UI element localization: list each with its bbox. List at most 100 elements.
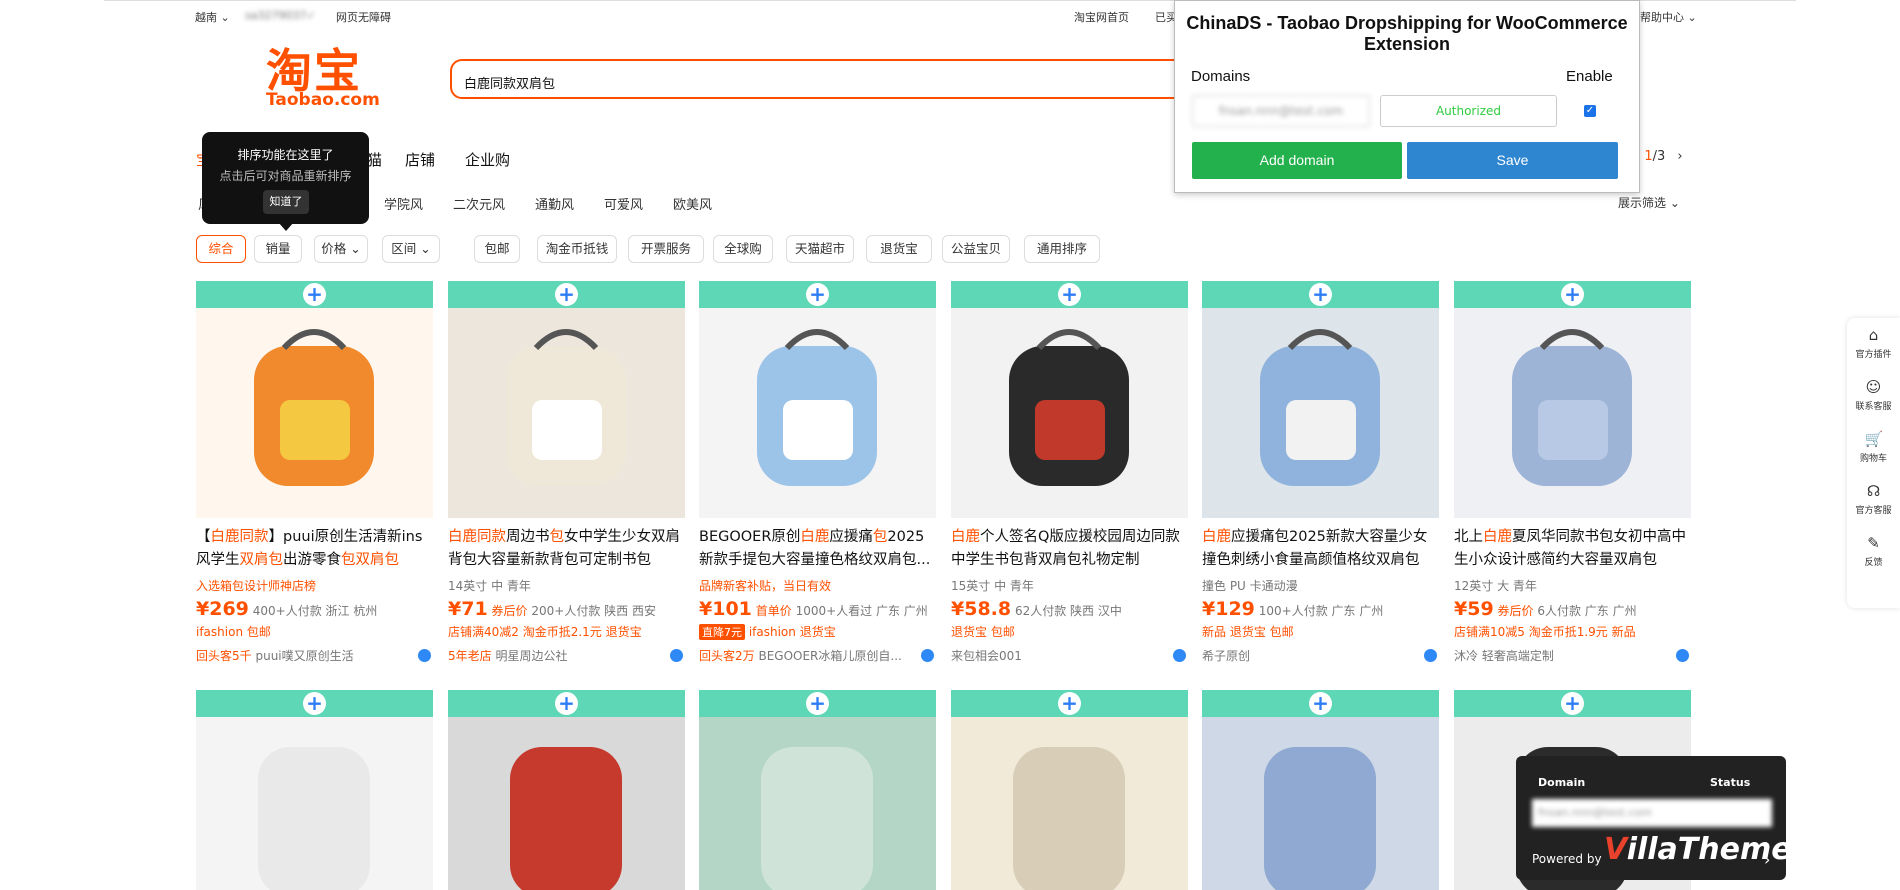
add-product-bar[interactable]: + [951, 690, 1188, 717]
product-card[interactable]: + 白鹿应援痛包2025新款大容量少女撞色刺绣小食量高颜值格纹双肩包 撞色 PU 卡… [1202, 281, 1439, 676]
product-title[interactable]: 白鹿应援痛包2025新款大容量少女撞色刺绣小食量高颜值格纹双肩包 [1202, 526, 1439, 572]
style-college[interactable]: 学院风 [384, 194, 423, 213]
product-title[interactable]: 【白鹿同款】puui原创生活清新ins风学生双肩包出游零食包双肩包 [196, 526, 433, 572]
product-image[interactable] [196, 308, 433, 518]
plus-icon[interactable]: + [1309, 692, 1332, 715]
product-card[interactable]: + 白鹿同款周边书包女中学生少女双肩背包大容量新款背包可定制书包 14英寸 中 青年… [448, 281, 685, 676]
domain-input[interactable]: fnsan.nnn@test.com [1192, 95, 1370, 127]
plus-icon[interactable]: + [806, 283, 829, 306]
add-product-bar[interactable]: + [196, 281, 433, 308]
shop-row[interactable]: 沐冷 轻奢高端定制 [1454, 647, 1691, 664]
product-image[interactable] [448, 308, 685, 518]
filter-button[interactable]: 公益宝贝 [942, 235, 1010, 263]
product-image[interactable] [196, 717, 433, 890]
filter-button[interactable]: 通用排序 [1024, 235, 1100, 263]
product-card[interactable]: + 白鹿个人签名Q版应援校园周边同款中学生书包背双肩包礼物定制 15英寸 中 青年 ¥… [951, 281, 1188, 676]
villa-domain-input[interactable]: fnsan.nnn@test.com [1532, 799, 1772, 827]
filter-button[interactable]: 退货宝 [866, 235, 932, 263]
style-western[interactable]: 欧美风 [673, 194, 712, 213]
shop-row[interactable]: 来包相会001 [951, 647, 1188, 664]
chat-icon[interactable] [1676, 649, 1689, 662]
add-product-bar[interactable]: + [699, 690, 936, 717]
plus-icon[interactable]: + [1058, 692, 1081, 715]
plus-icon[interactable]: + [1058, 283, 1081, 306]
plus-icon[interactable]: + [555, 283, 578, 306]
product-card[interactable]: + [196, 690, 433, 890]
accessibility-link[interactable]: 网页无障碍 [336, 9, 391, 25]
plus-icon[interactable]: + [555, 692, 578, 715]
chat-icon[interactable] [1424, 649, 1437, 662]
product-card[interactable]: + BEGOOER原创白鹿应援痛包2025新款手提包大容量撞色格纹双肩包... 品牌… [699, 281, 936, 676]
product-card[interactable]: + [951, 690, 1188, 890]
tab-enterprise[interactable]: 企业购 [465, 149, 510, 170]
add-product-bar[interactable]: + [1202, 281, 1439, 308]
product-title[interactable]: 北上白鹿夏凤华同款书包女初中高中生小众设计感简约大容量双肩包 [1454, 526, 1691, 572]
product-image[interactable] [951, 308, 1188, 518]
enable-checkbox[interactable]: ✓ [1584, 105, 1596, 117]
taobao-logo[interactable]: 淘宝 [266, 48, 362, 94]
add-product-bar[interactable]: + [699, 281, 936, 308]
chat-icon[interactable] [1173, 649, 1186, 662]
chat-icon[interactable] [921, 649, 934, 662]
product-image[interactable] [699, 717, 936, 890]
plus-icon[interactable]: + [1561, 283, 1584, 306]
sidebar-cart[interactable]: 🛒 购物车 [1847, 422, 1900, 474]
filter-button[interactable]: 淘金币抵钱 [537, 235, 617, 263]
style-commute[interactable]: 通勤风 [535, 194, 574, 213]
product-title[interactable]: 白鹿个人签名Q版应援校园周边同款中学生书包背双肩包礼物定制 [951, 526, 1188, 572]
region-selector[interactable]: 越南 ⌄ [195, 9, 230, 25]
add-product-bar[interactable]: + [951, 281, 1188, 308]
taobao-home-link[interactable]: 淘宝网首页 [1074, 9, 1129, 25]
add-product-bar[interactable]: + [1454, 281, 1691, 308]
tab-shops[interactable]: 店铺 [405, 149, 435, 170]
add-domain-button[interactable]: Add domain [1192, 142, 1402, 179]
plus-icon[interactable]: + [1561, 692, 1584, 715]
product-title[interactable]: BEGOOER原创白鹿应援痛包2025新款手提包大容量撞色格纹双肩包... [699, 526, 936, 572]
sidebar-service[interactable]: ☊ 官方客服 [1847, 474, 1900, 526]
product-card[interactable]: + 北上白鹿夏凤华同款书包女初中高中生小众设计感简约大容量双肩包 12英寸 大 青年… [1454, 281, 1691, 676]
sidebar-feedback[interactable]: ✎ 反馈 [1847, 526, 1900, 578]
product-card[interactable]: + 【白鹿同款】puui原创生活清新ins风学生双肩包出游零食包双肩包 入选箱包设计… [196, 281, 433, 676]
save-button[interactable]: Save [1407, 142, 1618, 179]
chat-icon[interactable] [418, 649, 431, 662]
add-product-bar[interactable]: + [1202, 690, 1439, 717]
next-page-icon[interactable]: › [1677, 149, 1682, 164]
sidebar-plugin[interactable]: ⌂ 官方插件 [1847, 318, 1900, 370]
chevron-right-icon[interactable]: › [1764, 850, 1770, 869]
product-title[interactable]: 白鹿同款周边书包女中学生少女双肩背包大容量新款背包可定制书包 [448, 526, 685, 572]
add-product-bar[interactable]: + [448, 690, 685, 717]
show-filter-button[interactable]: 展示筛选 ⌄ [1618, 194, 1680, 211]
chat-icon[interactable] [670, 649, 683, 662]
filter-button[interactable]: 天猫超市 [786, 235, 854, 263]
filter-button[interactable]: 销量 [254, 235, 302, 263]
help-center-link[interactable]: 帮助中心 ⌄ [1640, 9, 1697, 25]
style-acg[interactable]: 二次元风 [453, 194, 505, 213]
plus-icon[interactable]: + [1309, 283, 1332, 306]
filter-button[interactable]: 包邮 [474, 235, 520, 263]
shop-row[interactable]: 5年老店 明星周边公社 [448, 647, 685, 664]
product-image[interactable] [951, 717, 1188, 890]
product-card[interactable]: + [699, 690, 936, 890]
filter-button[interactable]: 全球购 [713, 235, 773, 263]
product-image[interactable] [1202, 308, 1439, 518]
account-name[interactable]: sa3279037✓ [245, 9, 316, 22]
product-image[interactable] [1202, 717, 1439, 890]
add-product-bar[interactable]: + [1454, 690, 1691, 717]
product-image[interactable] [699, 308, 936, 518]
style-cute[interactable]: 可爱风 [604, 194, 643, 213]
sidebar-contact[interactable]: ☺ 联系客服 [1847, 370, 1900, 422]
plus-icon[interactable]: + [303, 692, 326, 715]
product-image[interactable] [1454, 308, 1691, 518]
tooltip-ok-button[interactable]: 知道了 [263, 190, 309, 214]
filter-button[interactable]: 开票服务 [628, 235, 704, 263]
product-card[interactable]: + [448, 690, 685, 890]
filter-button[interactable]: 区间 ⌄ [382, 235, 440, 263]
product-card[interactable]: + [1202, 690, 1439, 890]
plus-icon[interactable]: + [303, 283, 326, 306]
add-product-bar[interactable]: + [448, 281, 685, 308]
shop-row[interactable]: 回头客2万 BEGOOER冰箱儿原创自... [699, 647, 936, 664]
product-image[interactable] [448, 717, 685, 890]
add-product-bar[interactable]: + [196, 690, 433, 717]
filter-button[interactable]: 价格 ⌄ [314, 235, 368, 263]
plus-icon[interactable]: + [806, 692, 829, 715]
